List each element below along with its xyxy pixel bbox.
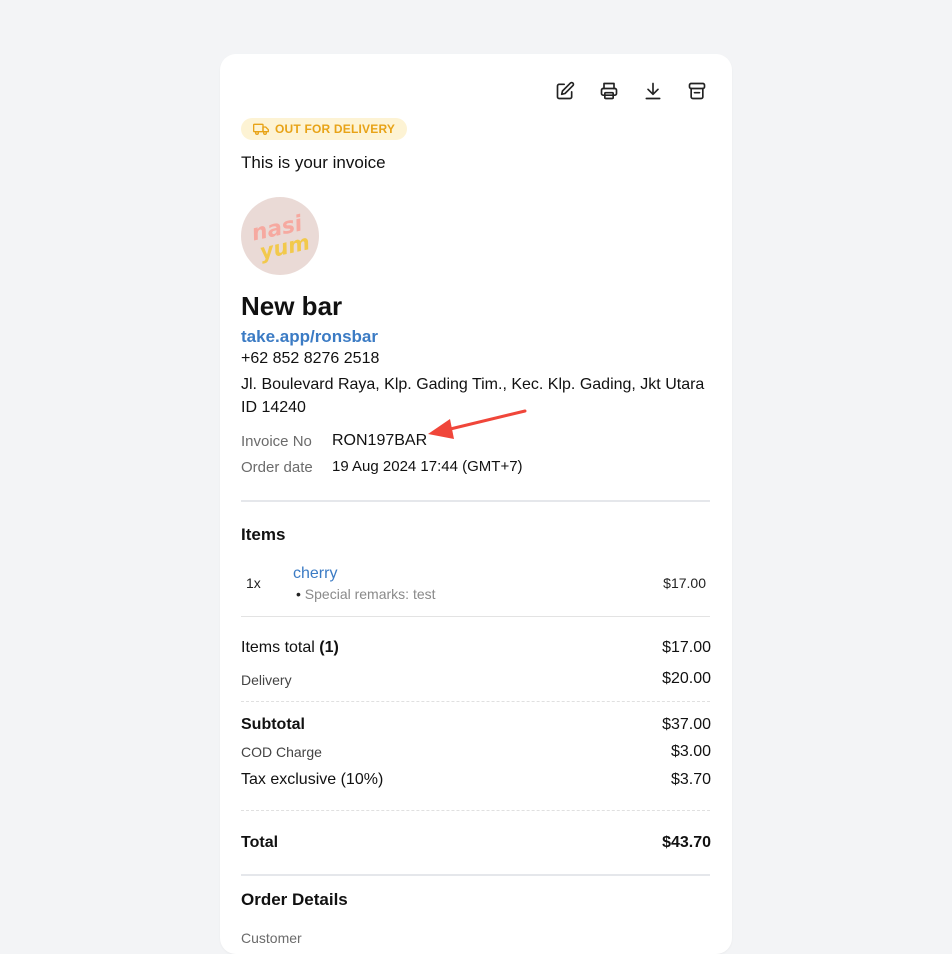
divider xyxy=(241,616,710,617)
total-label: Total xyxy=(241,834,279,851)
shop-link[interactable]: take.app/ronsbar xyxy=(241,327,378,347)
item-remark: • Special remarks: test xyxy=(296,586,436,602)
store-button[interactable] xyxy=(686,80,708,102)
shop-phone: +62 852 8276 2518 xyxy=(241,350,380,367)
item-price: $17.00 xyxy=(663,575,706,591)
invoice-card: OUT FOR DELIVERY This is your invoice na… xyxy=(220,54,732,954)
cod-value: $3.00 xyxy=(670,743,711,760)
print-button[interactable] xyxy=(598,80,620,102)
items-total-value: $17.00 xyxy=(662,639,711,656)
customer-label: Customer xyxy=(241,930,302,946)
item-name-link[interactable]: cherry xyxy=(293,565,337,583)
subtotal-label: Subtotal xyxy=(241,716,305,733)
order-date-label: Order date xyxy=(241,459,313,476)
shop-name: New bar xyxy=(241,291,343,321)
invoice-toolbar xyxy=(554,80,708,102)
invoice-intro: This is your invoice xyxy=(241,153,386,172)
items-total-text: Items total xyxy=(241,639,315,656)
order-date-value: 19 Aug 2024 17:44 (GMT+7) xyxy=(332,458,523,475)
edit-icon xyxy=(556,81,575,100)
shop-logo: nasi yum xyxy=(241,197,319,275)
divider xyxy=(241,874,710,876)
items-title: Items xyxy=(241,525,286,544)
delivery-label: Delivery xyxy=(241,672,292,688)
tax-label: Tax exclusive (10%) xyxy=(241,771,384,788)
status-label: OUT FOR DELIVERY xyxy=(275,122,396,136)
items-total-count: (1) xyxy=(319,639,339,656)
download-icon xyxy=(645,82,661,100)
subtotal-value: $37.00 xyxy=(662,716,711,733)
divider xyxy=(241,810,710,811)
printer-icon xyxy=(600,82,618,100)
download-button[interactable] xyxy=(642,80,664,102)
invoice-no-value: RON197BAR xyxy=(332,432,428,449)
delivery-value: $20.00 xyxy=(662,670,711,687)
bullet: • xyxy=(296,586,301,602)
truck-icon xyxy=(253,123,269,135)
status-badge: OUT FOR DELIVERY xyxy=(241,118,408,140)
item-qty: 1x xyxy=(246,575,261,591)
divider xyxy=(241,701,710,702)
order-details-title: Order Details xyxy=(241,890,348,909)
edit-button[interactable] xyxy=(554,80,576,102)
divider xyxy=(241,500,710,502)
annotation-arrow-icon xyxy=(428,409,527,439)
items-total-label: Items total (1) xyxy=(241,639,339,657)
shop-logo-graphic: nasi yum xyxy=(249,211,311,264)
total-value: $43.70 xyxy=(662,834,711,851)
store-icon xyxy=(688,82,706,100)
cod-label: COD Charge xyxy=(241,744,322,760)
tax-value: $3.70 xyxy=(670,771,711,788)
invoice-no-label: Invoice No xyxy=(241,433,312,450)
item-remark-text: Special remarks: test xyxy=(304,586,436,602)
